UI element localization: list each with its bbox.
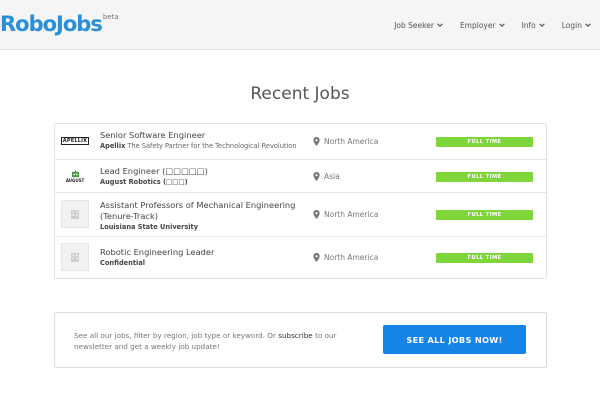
map-pin-icon [313, 253, 320, 262]
nav-login-label: Login [561, 20, 582, 30]
job-info: Assistant Professors of Mechanical Engin… [100, 200, 305, 232]
page-title: Recent Jobs [250, 84, 350, 104]
apellix-logo-text: APELLIX [60, 137, 90, 145]
nav-employer[interactable]: Employer [460, 21, 506, 30]
chevron-down-icon [437, 23, 443, 27]
job-location: North America [313, 210, 378, 219]
nav-employer-label: Employer [459, 20, 496, 30]
job-info: Senior Software Engineer Apellix The Saf… [100, 130, 305, 151]
main-nav: Job Seeker Employer Info Login [378, 0, 592, 50]
subscribe-link[interactable]: subscribe [278, 331, 313, 340]
job-location-text: North America [324, 210, 379, 219]
company-logo-placeholder [61, 243, 89, 271]
chevron-down-icon [538, 23, 545, 27]
nav-job-seeker[interactable]: Job Seeker [394, 21, 444, 30]
logo-beta-label: beta [102, 13, 119, 21]
nav-login[interactable]: Login [562, 21, 592, 30]
job-company: August Robotics (□□□) [100, 178, 188, 186]
job-type-badge: FULL TIME [436, 137, 533, 147]
building-icon [71, 253, 79, 262]
nav-job-seeker-label: Job Seeker [394, 20, 434, 30]
job-tagline: The Safety Partner for the Technological… [127, 142, 297, 150]
company-logo-placeholder [61, 200, 89, 228]
apellix-logo: APELLIX [60, 127, 90, 155]
job-location-text: North America [324, 137, 379, 146]
nav-info[interactable]: Info [522, 21, 546, 30]
job-company: Confidential [100, 259, 145, 267]
job-type-badge: FULL TIME [436, 253, 533, 263]
job-info: Robotic Engineering Leader Confidential [100, 247, 305, 268]
job-location: North America [313, 137, 378, 146]
map-pin-icon [313, 210, 320, 219]
job-info: Lead Engineer (□□□□□) August Robotics (□… [100, 166, 305, 187]
building-icon [71, 210, 79, 219]
job-type-badge: FULL TIME [436, 210, 533, 220]
job-company-line: August Robotics (□□□) [100, 178, 305, 187]
logo-text: RoboJobs [0, 12, 103, 36]
top-navbar: RoboJobs beta Job Seeker Employer Info L… [0, 0, 600, 50]
nav-info-label: Info [521, 20, 536, 30]
cta-text-before: See all our jobs, filter by region, job … [74, 331, 276, 340]
job-location: Asia [313, 172, 340, 181]
robot-icon [71, 169, 79, 177]
robojobs-logo[interactable]: RoboJobs beta [0, 12, 119, 36]
see-all-jobs-button[interactable]: SEE ALL JOBS NOW! [383, 325, 526, 354]
august-robotics-logo: AUGUST [61, 162, 89, 190]
job-row[interactable]: Robotic Engineering Leader Confidential … [55, 236, 546, 278]
job-company: Louisiana State University [100, 223, 198, 231]
cta-description: See all our jobs, filter by region, job … [74, 330, 369, 352]
job-title[interactable]: Lead Engineer (□□□□□) [100, 166, 305, 177]
job-type-badge: FULL TIME [436, 172, 533, 182]
recent-jobs-list: APELLIX Senior Software Engineer Apellix… [54, 123, 547, 279]
map-pin-icon [313, 172, 320, 181]
see-all-jobs-panel: See all our jobs, filter by region, job … [54, 312, 547, 368]
job-location-text: North America [324, 253, 379, 262]
job-location: North America [313, 253, 378, 262]
chevron-down-icon [498, 23, 505, 27]
job-company-line: Louisiana State University [100, 223, 305, 232]
chevron-down-icon [585, 23, 591, 27]
job-company-line: Confidential [100, 259, 305, 268]
job-row[interactable]: Assistant Professors of Mechanical Engin… [55, 192, 546, 236]
map-pin-icon [313, 137, 320, 146]
job-row[interactable]: APELLIX Senior Software Engineer Apellix… [55, 124, 546, 159]
job-company: Apellix [100, 142, 126, 150]
job-title[interactable]: Senior Software Engineer [100, 130, 305, 141]
job-location-text: Asia [324, 172, 340, 181]
job-title[interactable]: Assistant Professors of Mechanical Engin… [100, 200, 305, 222]
august-logo-text: AUGUST [65, 177, 85, 183]
job-title[interactable]: Robotic Engineering Leader [100, 247, 305, 258]
job-row[interactable]: AUGUST Lead Engineer (□□□□□) August Robo… [55, 159, 546, 192]
job-company-line: Apellix The Safety Partner for the Techn… [100, 142, 305, 151]
